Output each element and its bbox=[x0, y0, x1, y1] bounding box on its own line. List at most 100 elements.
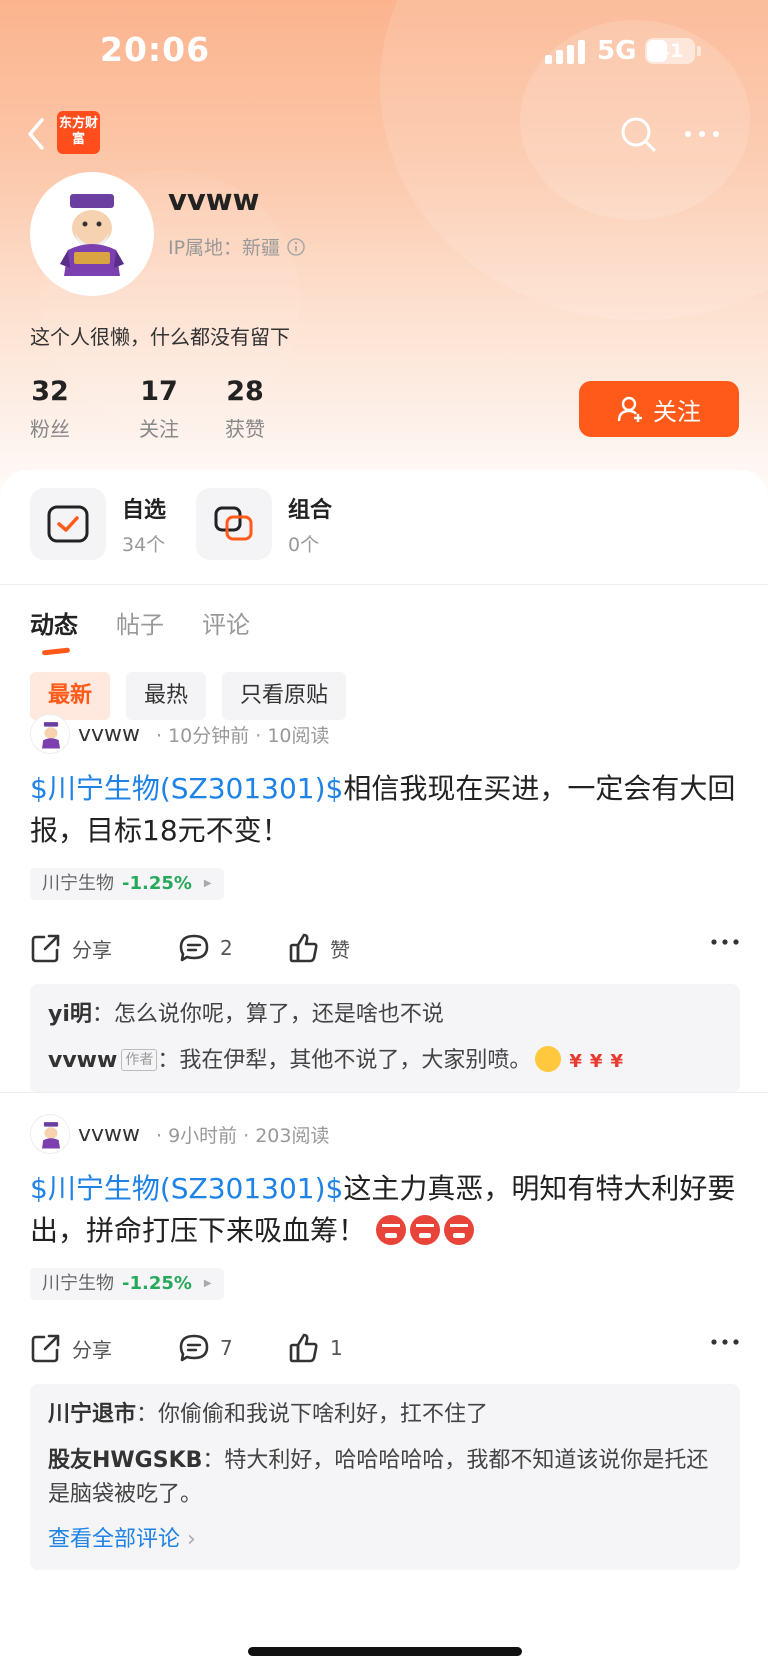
stock-link[interactable]: $川宁生物(SZ301301)$ bbox=[30, 1172, 343, 1205]
post-more-button[interactable] bbox=[710, 932, 740, 951]
stat-following[interactable]: 17 关注 bbox=[116, 376, 202, 442]
comment-item: yi明：怎么说你呢，算了，还是啥也不说 bbox=[48, 1002, 444, 1027]
more-dots-icon bbox=[711, 1339, 739, 1345]
comment-text: 你偷偷和我说下啥利好，扛不住了 bbox=[158, 1402, 489, 1427]
post-header: vvww · 10分钟前 · 10阅读 bbox=[30, 714, 330, 754]
commenter-name[interactable]: yi明 bbox=[48, 1002, 92, 1027]
post-header: vvww · 9小时前 · 203阅读 bbox=[30, 1114, 329, 1154]
comment-count: 7 bbox=[220, 1336, 233, 1360]
post-actions: 分享 7 1 bbox=[30, 1328, 740, 1368]
stat-label: 关注 bbox=[139, 417, 179, 441]
comment-preview[interactable]: yi明：怎么说你呢，算了，还是啥也不说 vvww 作者 ：我在伊犁，其他不说了，大家… bbox=[30, 984, 740, 1093]
chevron-right-icon: › bbox=[187, 1527, 196, 1552]
tab-activity[interactable]: 动态 bbox=[30, 605, 78, 654]
post-content: $川宁生物(SZ301301)$相信我现在买进，一定会有大回报，目标18元不变！ bbox=[30, 768, 740, 852]
divider bbox=[0, 584, 768, 585]
share-icon bbox=[31, 1334, 60, 1363]
ip-location-row: IP属地：新疆 bbox=[168, 233, 306, 260]
shortcut-title: 自选 bbox=[122, 497, 167, 523]
avatar-character-icon bbox=[60, 194, 124, 276]
signal-icon bbox=[545, 38, 587, 64]
stat-value: 32 bbox=[31, 376, 69, 407]
filter-original-only[interactable]: 只看原贴 bbox=[222, 672, 347, 720]
post-author[interactable]: vvww bbox=[78, 722, 140, 747]
stat-label: 获赞 bbox=[225, 417, 265, 441]
search-icon bbox=[621, 117, 656, 152]
shortcut-title: 组合 bbox=[288, 497, 333, 523]
share-button[interactable]: 分享 bbox=[30, 932, 178, 964]
watchlist-icon bbox=[30, 488, 106, 560]
share-button[interactable]: 分享 bbox=[30, 1332, 178, 1364]
commenter-name[interactable]: 川宁退市 bbox=[48, 1402, 136, 1427]
battery-level: 41 bbox=[656, 40, 684, 62]
comment-icon bbox=[179, 934, 209, 962]
more-dots-icon bbox=[685, 131, 719, 137]
ip-location: IP属地：新疆 bbox=[168, 237, 281, 259]
avatar[interactable] bbox=[30, 1114, 70, 1154]
commenter-name[interactable]: 股友HWGSKB bbox=[48, 1448, 202, 1473]
post-item[interactable]: vvww · 9小时前 · 203阅读 $川宁生物(SZ301301)$这主力真恶，明… bbox=[0, 1114, 768, 1664]
stat-likes[interactable]: 28 获赞 bbox=[202, 376, 288, 442]
view-all-label: 查看全部评论 bbox=[48, 1527, 181, 1552]
comment-item: vvww 作者 ：我在伊犁，其他不说了，大家别喷。 ¥ ¥ ¥ bbox=[48, 1044, 722, 1079]
post-author[interactable]: vvww bbox=[78, 1122, 140, 1147]
stock-chip[interactable]: 川宁生物 -1.25% ▶ bbox=[30, 1268, 224, 1300]
post-reads: 203阅读 bbox=[255, 1124, 330, 1147]
chevron-left-icon bbox=[28, 118, 44, 150]
stock-link[interactable]: $川宁生物(SZ301301)$ bbox=[30, 772, 343, 805]
profile-avatar[interactable] bbox=[30, 172, 154, 296]
app-logo[interactable]: 东方财富 bbox=[57, 111, 100, 154]
stat-fans[interactable]: 32 粉丝 bbox=[30, 376, 70, 442]
like-button[interactable]: 1 bbox=[288, 1332, 408, 1364]
comment-preview[interactable]: 川宁退市：你偷偷和我说下啥利好，扛不住了 股友HWGSKB：特大利好，哈哈哈哈哈… bbox=[30, 1384, 740, 1570]
network-type: 5G bbox=[597, 36, 637, 66]
post-content: $川宁生物(SZ301301)$这主力真恶，明知有特大利好要出，拼命打压下来吸血… bbox=[30, 1168, 740, 1252]
comment-button[interactable]: 2 bbox=[178, 932, 288, 964]
post-time: 10分钟前 bbox=[168, 724, 250, 747]
shortcut-portfolio[interactable]: 组合 0个 bbox=[196, 488, 332, 560]
filter-latest[interactable]: 最新 bbox=[30, 672, 111, 720]
follow-label: 关注 bbox=[653, 397, 701, 426]
filter-hottest[interactable]: 最热 bbox=[126, 672, 207, 720]
home-indicator[interactable] bbox=[248, 1647, 522, 1656]
commenter-name[interactable]: vvww bbox=[48, 1048, 117, 1073]
chevron-right-icon: ▶ bbox=[203, 878, 212, 889]
stock-change: -1.25% bbox=[122, 1273, 192, 1294]
angry-emoji-icon bbox=[376, 1215, 407, 1245]
shortcuts: 自选 34个 组合 0个 bbox=[30, 488, 362, 560]
shortcut-watchlist[interactable]: 自选 34个 bbox=[30, 488, 166, 560]
profile-stats: 32 粉丝 17 关注 28 获赞 bbox=[30, 376, 288, 442]
tab-posts[interactable]: 帖子 bbox=[116, 605, 164, 654]
back-button[interactable] bbox=[22, 114, 54, 154]
share-label: 分享 bbox=[72, 1337, 112, 1362]
money-emoji-icon: ¥ bbox=[589, 1051, 603, 1072]
post-item[interactable]: vvww · 10分钟前 · 10阅读 $川宁生物(SZ301301)$相信我现在买进… bbox=[0, 714, 768, 1114]
search-button[interactable] bbox=[618, 114, 658, 154]
avatar[interactable] bbox=[30, 714, 70, 754]
thumbs-up-icon bbox=[289, 1333, 318, 1363]
stat-value: 28 bbox=[226, 376, 264, 407]
follow-button[interactable]: 关注 bbox=[579, 381, 739, 437]
status-bar: 20:06 5G 41 bbox=[0, 0, 768, 104]
like-button[interactable]: 赞 bbox=[288, 932, 408, 964]
thumbs-up-icon bbox=[289, 933, 318, 963]
post-reads: 10阅读 bbox=[267, 724, 330, 747]
shortcut-count: 34个 bbox=[122, 533, 166, 556]
angry-emoji-icon bbox=[444, 1215, 475, 1245]
share-icon bbox=[31, 934, 60, 963]
content-tabs: 动态 帖子 评论 bbox=[30, 605, 288, 654]
stock-chip[interactable]: 川宁生物 -1.25% ▶ bbox=[30, 868, 224, 900]
stock-name: 川宁生物 bbox=[42, 873, 114, 894]
view-all-comments-link[interactable]: 查看全部评论 › bbox=[48, 1524, 722, 1556]
info-icon[interactable] bbox=[286, 237, 306, 257]
tab-comments[interactable]: 评论 bbox=[202, 605, 250, 654]
post-more-button[interactable] bbox=[710, 1332, 740, 1351]
post-meta: · 9小时前 · 203阅读 bbox=[156, 1124, 330, 1147]
stock-change: -1.25% bbox=[122, 873, 192, 894]
more-button[interactable] bbox=[680, 116, 724, 152]
comment-button[interactable]: 7 bbox=[178, 1332, 288, 1364]
comment-count: 2 bbox=[220, 936, 233, 960]
add-user-icon bbox=[617, 396, 642, 422]
avatar-character-icon bbox=[41, 1122, 61, 1149]
angry-emoji-icon bbox=[410, 1215, 441, 1245]
